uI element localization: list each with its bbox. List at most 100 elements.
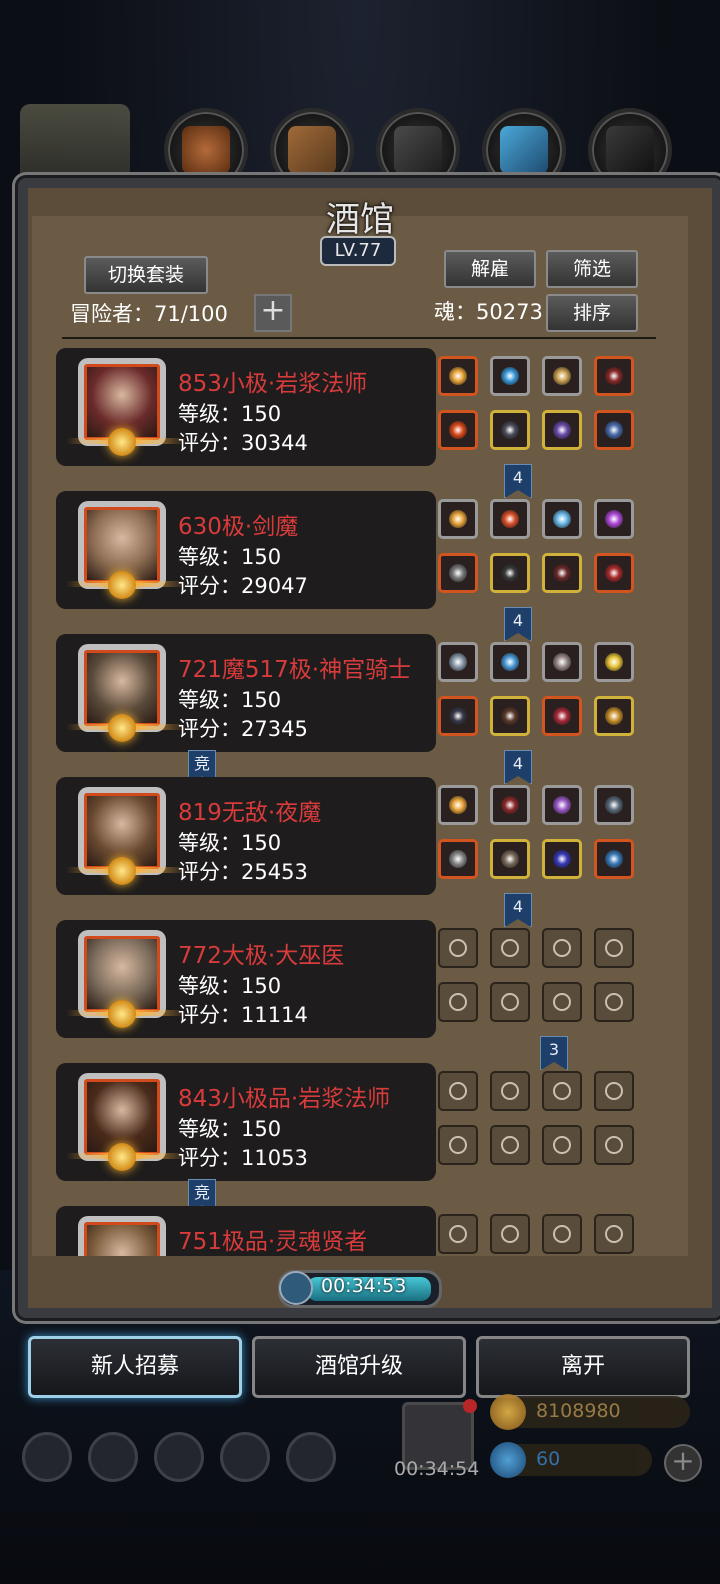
- empty-equipment-slot[interactable]: [594, 1214, 634, 1254]
- equipment-slot[interactable]: [438, 642, 478, 682]
- hero-row[interactable]: 819无敌·夜魔 等级：150 评分：25453 4: [56, 777, 664, 927]
- equipment-slot[interactable]: [438, 839, 478, 879]
- hero-row[interactable]: 853小极·岩浆法师 等级：150 评分：30344 4: [56, 348, 664, 498]
- equipment-slot[interactable]: [542, 696, 582, 736]
- equipment-slot[interactable]: [594, 499, 634, 539]
- equipment-icon: [605, 653, 623, 671]
- equipment-slot[interactable]: [594, 553, 634, 593]
- hud-mail-icon[interactable]: [220, 1432, 270, 1482]
- hero-name: 751极品·灵魂贤者: [178, 1229, 368, 1255]
- add-slot-button[interactable]: +: [254, 294, 292, 332]
- hero-card[interactable]: 819无敌·夜魔 等级：150 评分：25453: [56, 777, 436, 895]
- empty-equipment-slot[interactable]: [542, 928, 582, 968]
- equipment-slot[interactable]: [542, 499, 582, 539]
- empty-equipment-slot[interactable]: [542, 1214, 582, 1254]
- dismiss-button[interactable]: 解雇: [444, 250, 536, 288]
- empty-equipment-slot[interactable]: [594, 928, 634, 968]
- equipment-slot[interactable]: [542, 356, 582, 396]
- empty-equipment-slot[interactable]: [438, 1071, 478, 1111]
- page-title: 酒馆: [326, 200, 394, 240]
- equipment-icon: [605, 707, 623, 725]
- leave-button[interactable]: 离开: [476, 1336, 690, 1398]
- equipment-slot[interactable]: [490, 410, 530, 450]
- equipment-slot[interactable]: [542, 785, 582, 825]
- equipment-slot[interactable]: [594, 356, 634, 396]
- equipment-slot[interactable]: [490, 356, 530, 396]
- sort-button[interactable]: 排序: [546, 294, 638, 332]
- equipment-slot[interactable]: [490, 839, 530, 879]
- equipment-slot[interactable]: [594, 696, 634, 736]
- equipment-slot[interactable]: [490, 499, 530, 539]
- hero-list: 853小极·岩浆法师 等级：150 评分：30344 4 630极·剑魔 等级：150 评分…: [56, 348, 664, 1256]
- empty-equipment-slot[interactable]: [542, 1071, 582, 1111]
- upgrade-tavern-button[interactable]: 酒馆升级: [252, 1336, 466, 1398]
- empty-equipment-slot[interactable]: [490, 1071, 530, 1111]
- hero-card[interactable]: 843小极品·岩浆法师 等级：150 评分：11053: [56, 1063, 436, 1181]
- hero-card[interactable]: 751极品·灵魂贤者: [56, 1206, 436, 1256]
- equipment-slot[interactable]: [542, 642, 582, 682]
- equipment-slot[interactable]: [490, 696, 530, 736]
- equipment-slot[interactable]: [438, 696, 478, 736]
- hero-row[interactable]: 772大极·大巫医 等级：150 评分：11114 3: [56, 920, 664, 1070]
- empty-equipment-slot[interactable]: [438, 982, 478, 1022]
- switch-outfit-button[interactable]: 切换套装: [84, 256, 208, 294]
- hud-map-icon[interactable]: [154, 1432, 204, 1482]
- equipment-slot[interactable]: [542, 553, 582, 593]
- gift-timer: 00:34:54: [394, 1458, 480, 1480]
- empty-equipment-slot[interactable]: [438, 928, 478, 968]
- tavern-timer: 00:34:53: [278, 1270, 442, 1308]
- empty-equipment-slot[interactable]: [542, 1125, 582, 1165]
- equipment-slot[interactable]: [490, 642, 530, 682]
- hud-star-icon[interactable]: [88, 1432, 138, 1482]
- equipment-slot[interactable]: [542, 410, 582, 450]
- equipment-slot[interactable]: [594, 785, 634, 825]
- hero-card[interactable]: 630极·剑魔 等级：150 评分：29047: [56, 491, 436, 609]
- empty-slot-icon: [449, 1082, 467, 1100]
- empty-equipment-slot[interactable]: [594, 982, 634, 1022]
- empty-equipment-slot[interactable]: [438, 1125, 478, 1165]
- hud-dice-icon[interactable]: [286, 1432, 336, 1482]
- hero-row[interactable]: 751极品·灵魂贤者: [56, 1206, 664, 1256]
- hero-card[interactable]: 853小极·岩浆法师 等级：150 评分：30344: [56, 348, 436, 466]
- empty-equipment-slot[interactable]: [438, 1214, 478, 1254]
- equipment-slot[interactable]: [438, 499, 478, 539]
- empty-equipment-slot[interactable]: [490, 928, 530, 968]
- equipment-slot[interactable]: [438, 553, 478, 593]
- empty-equipment-slot[interactable]: [490, 982, 530, 1022]
- clock-icon: [279, 1271, 313, 1305]
- equipment-slot[interactable]: [594, 839, 634, 879]
- wood-icon: [288, 126, 336, 174]
- empty-equipment-slot[interactable]: [542, 982, 582, 1022]
- empty-equipment-slot[interactable]: [594, 1071, 634, 1111]
- hero-level: 等级：150: [178, 402, 282, 426]
- hero-card[interactable]: 772大极·大巫医 等级：150 评分：11114: [56, 920, 436, 1038]
- leather-icon: [182, 126, 230, 174]
- hero-card[interactable]: 721魔517极·神官骑士 等级：150 评分：27345: [56, 634, 436, 752]
- equipment-slot[interactable]: [438, 356, 478, 396]
- equipment-slot[interactable]: [594, 410, 634, 450]
- gem-resource: 60: [490, 1442, 652, 1478]
- hero-row[interactable]: 630极·剑魔 等级：150 评分：29047 4: [56, 491, 664, 641]
- equipment-grid: [438, 928, 648, 1038]
- equipment-slot[interactable]: [438, 785, 478, 825]
- equipment-slot[interactable]: [490, 553, 530, 593]
- hud-settings-icon[interactable]: [22, 1432, 72, 1482]
- equipment-slot[interactable]: [490, 785, 530, 825]
- filter-button[interactable]: 筛选: [546, 250, 638, 288]
- hero-row[interactable]: 721魔517极·神官骑士 等级：150 评分：27345 4 竞: [56, 634, 664, 784]
- hero-row[interactable]: 843小极品·岩浆法师 等级：150 评分：11053 竞: [56, 1063, 664, 1213]
- equipment-slot[interactable]: [438, 410, 478, 450]
- empty-slot-icon: [553, 1225, 571, 1243]
- rank-star-icon: [108, 428, 136, 456]
- empty-equipment-slot[interactable]: [490, 1214, 530, 1254]
- equipment-icon: [501, 421, 519, 439]
- equipment-slot[interactable]: [594, 642, 634, 682]
- empty-equipment-slot[interactable]: [490, 1125, 530, 1165]
- hero-score: 评分：25453: [178, 860, 308, 884]
- hero-level: 等级：150: [178, 974, 282, 998]
- add-gems-button[interactable]: +: [664, 1444, 702, 1482]
- hero-portrait[interactable]: [78, 1216, 166, 1256]
- equipment-slot[interactable]: [542, 839, 582, 879]
- recruit-button[interactable]: 新人招募: [28, 1336, 242, 1398]
- empty-equipment-slot[interactable]: [594, 1125, 634, 1165]
